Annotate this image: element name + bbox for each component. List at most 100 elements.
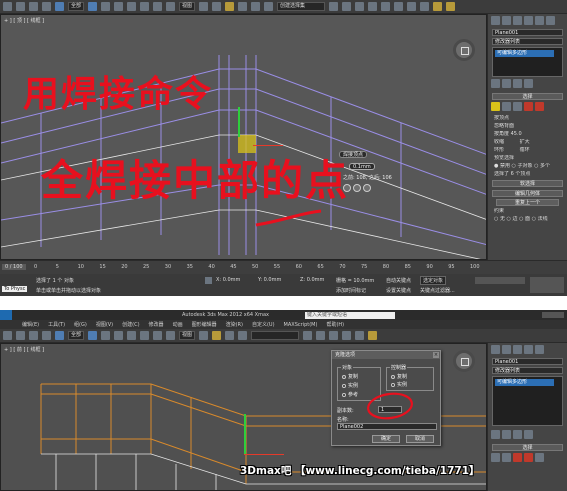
hierarchy-tab-icon[interactable] (513, 16, 522, 25)
angle-snap-icon[interactable] (238, 2, 248, 11)
angle-value[interactable]: 45.0 (511, 131, 522, 137)
modify-tab-icon[interactable] (502, 16, 511, 25)
y-coord-field[interactable]: Y: 0.0mm (258, 277, 281, 283)
schematic-view-icon[interactable] (394, 2, 404, 11)
menu-item[interactable]: 渲染(R) (226, 321, 243, 328)
app-logo-icon[interactable] (0, 310, 12, 320)
menu-item[interactable]: 工具(T) (48, 321, 65, 328)
undo-icon[interactable] (3, 331, 12, 340)
check-by-angle[interactable]: 按角度 45.0 (494, 131, 561, 137)
remove-modifier-icon[interactable] (524, 430, 533, 439)
ring-button[interactable]: 环形 (494, 147, 504, 153)
render-icon[interactable] (446, 2, 456, 11)
grow-button[interactable]: 扩大 (520, 139, 530, 145)
polygon-level-icon[interactable] (524, 102, 533, 111)
navigation-controls[interactable] (530, 277, 564, 293)
window-crossing-icon[interactable] (127, 2, 137, 11)
pin-stack-icon[interactable] (491, 430, 500, 439)
ok-button[interactable]: 确定 (372, 435, 400, 443)
rotate-icon[interactable] (153, 331, 163, 340)
select-by-name-icon[interactable] (101, 2, 111, 11)
edge-level-icon[interactable] (502, 453, 511, 462)
menu-item[interactable]: 编辑(E) (22, 321, 39, 328)
add-time-tag-button[interactable]: 添加时间标记 (336, 287, 366, 294)
align-icon[interactable] (316, 331, 326, 340)
rollout-selection[interactable]: 选择 (492, 93, 563, 100)
pivot-icon[interactable] (199, 331, 209, 340)
make-unique-icon[interactable] (513, 79, 522, 88)
motion-tab-icon[interactable] (524, 345, 533, 354)
selection-filter-dropdown[interactable]: 全部 (68, 2, 85, 11)
edge-level-icon[interactable] (502, 102, 511, 111)
snap-icon[interactable] (212, 331, 222, 340)
modifier-stack[interactable]: 可编辑多边形 (492, 47, 563, 77)
border-level-icon[interactable] (513, 102, 522, 111)
redo-icon[interactable] (16, 2, 25, 11)
selection-set-dropdown[interactable]: 创建选择集 (277, 2, 326, 11)
select-object-icon[interactable] (88, 331, 98, 340)
percent-snap-icon[interactable] (251, 2, 261, 11)
menu-item[interactable]: 修改器 (149, 321, 164, 328)
menu-item[interactable]: MAXScript(M) (284, 322, 318, 328)
bind-spacewarp-icon[interactable] (55, 331, 64, 340)
mirror-icon[interactable] (303, 331, 313, 340)
gizmo-y-axis[interactable] (244, 414, 246, 454)
render-icon[interactable] (368, 331, 378, 340)
create-tab-icon[interactable] (491, 16, 500, 25)
render-frame-icon[interactable] (433, 2, 443, 11)
modifier-list-dropdown[interactable]: 修改器列表 (492, 38, 563, 45)
border-level-icon[interactable] (513, 453, 522, 462)
show-end-result-icon[interactable] (502, 430, 511, 439)
rollout-selection[interactable]: 选择 (492, 444, 563, 451)
modify-tab-icon[interactable] (502, 345, 511, 354)
move-icon[interactable] (140, 2, 150, 11)
modifier-list-dropdown[interactable]: 修改器列表 (492, 367, 563, 374)
menu-item[interactable]: 动画 (173, 321, 183, 328)
rollout-edit-geometry[interactable]: 编辑几何体 (492, 190, 563, 197)
radio-object-instance[interactable]: 实例 (342, 382, 358, 389)
viewcube[interactable] (453, 350, 475, 372)
menu-item[interactable]: 组(G) (74, 321, 87, 328)
rect-select-icon[interactable] (114, 331, 124, 340)
layer-manager-icon[interactable] (329, 331, 339, 340)
undo-icon[interactable] (3, 2, 12, 11)
link-icon[interactable] (29, 331, 38, 340)
make-unique-icon[interactable] (513, 430, 522, 439)
repeat-last-button[interactable]: 重复上一个 (496, 199, 559, 206)
radio-controller-copy[interactable]: 复制 (391, 373, 407, 380)
gizmo-x-axis[interactable] (244, 454, 284, 455)
graphite-icon[interactable] (368, 2, 378, 11)
selection-filter-dropdown[interactable]: 全部 (68, 331, 85, 340)
select-by-name-icon[interactable] (101, 331, 111, 340)
align-icon[interactable] (342, 2, 352, 11)
layer-manager-icon[interactable] (355, 2, 365, 11)
select-object-icon[interactable] (88, 2, 98, 11)
polygon-level-icon[interactable] (524, 453, 533, 462)
window-crossing-icon[interactable] (127, 331, 137, 340)
rotate-icon[interactable] (153, 2, 163, 11)
angle-snap-icon[interactable] (225, 331, 235, 340)
loop-button[interactable]: 循环 (520, 147, 530, 153)
radio-controller-instance[interactable]: 实例 (391, 381, 407, 388)
check-by-vertex[interactable]: 按顶点 (494, 115, 561, 121)
search-field[interactable]: 键入关键字或短语 (304, 311, 395, 319)
curve-editor-icon[interactable] (381, 2, 391, 11)
maxscript-listener-label[interactable]: To Physc (2, 286, 28, 292)
cancel-button[interactable]: 取消 (406, 435, 434, 443)
check-ignore-backfacing[interactable]: 忽略背面 (494, 123, 561, 129)
vertex-level-icon[interactable] (491, 453, 500, 462)
rect-select-icon[interactable] (114, 2, 124, 11)
element-level-icon[interactable] (535, 453, 544, 462)
key-mode-dropdown[interactable]: 选定对象 (420, 276, 447, 285)
material-editor-icon[interactable] (355, 331, 365, 340)
window-controls[interactable] (542, 312, 564, 318)
selection-set-dropdown[interactable] (251, 331, 300, 340)
constraint-options[interactable]: ○ 无 ○ 边 ○ 面 ○ 法线 (494, 216, 561, 222)
close-icon[interactable]: × (433, 352, 439, 358)
frame-counter[interactable]: 0 / 100 (2, 264, 26, 270)
object-name-field[interactable]: Plane001 (492, 358, 563, 365)
preview-selection-options[interactable]: ● 禁用 ○ 子对象 ○ 多个 (494, 163, 561, 169)
unlink-icon[interactable] (42, 2, 51, 11)
shrink-button[interactable]: 收缩 (494, 139, 504, 145)
curve-editor-icon[interactable] (342, 331, 352, 340)
